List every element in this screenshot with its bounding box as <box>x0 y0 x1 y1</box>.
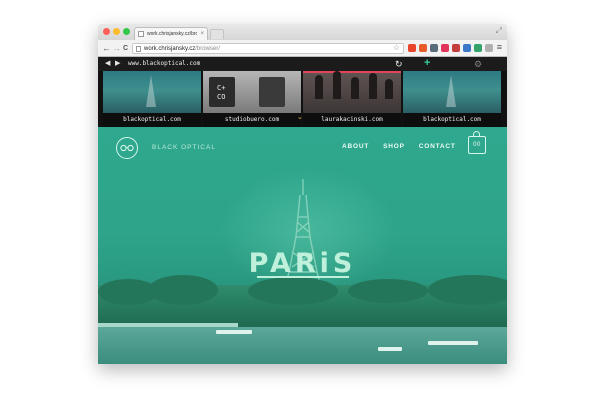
page-icon <box>136 45 141 52</box>
thumbnail-label: blackoptical.com <box>403 113 501 127</box>
forward-button[interactable]: → <box>112 43 121 54</box>
menu-icon[interactable]: ≡ <box>497 42 502 53</box>
tree-line <box>98 275 507 327</box>
website-viewport: BLACK OPTICAL ABOUT SHOP CONTACT 00 PARi… <box>98 127 507 364</box>
browser-tab[interactable]: work.chrisjansky.cz/brow × <box>134 27 208 40</box>
new-tab-button[interactable] <box>210 29 224 39</box>
river <box>98 327 507 364</box>
brand-name[interactable]: BLACK OPTICAL <box>152 144 216 151</box>
site-thumbnail[interactable]: blackoptical.com <box>403 71 501 127</box>
glasses-icon <box>120 144 134 152</box>
add-site-button[interactable]: + <box>424 57 430 70</box>
extension-icon[interactable] <box>419 44 427 52</box>
extension-icon[interactable] <box>485 44 493 52</box>
page-icon <box>138 31 144 37</box>
next-site-button[interactable]: ▶ <box>115 59 120 69</box>
nav-contact-link[interactable]: CONTACT <box>419 143 456 150</box>
thumbnail-image <box>103 71 201 113</box>
current-site-url: www.blackoptical.com <box>128 60 201 67</box>
main-navigation: ABOUT SHOP CONTACT <box>342 143 456 150</box>
extension-icon[interactable] <box>474 44 482 52</box>
back-button[interactable]: ← <box>102 43 111 54</box>
tab-title: work.chrisjansky.cz/brow <box>147 31 198 37</box>
studio-mark: C+ CO <box>217 84 226 101</box>
extension-icon[interactable] <box>452 44 460 52</box>
url-path: /browser/ <box>195 45 220 52</box>
site-thumbnail[interactable]: blackoptical.com <box>103 71 201 127</box>
thumbnail-label: studiobuero.com <box>203 113 301 127</box>
browser-window: work.chrisjansky.cz/brow × ⤢ ← → C work.… <box>98 24 507 364</box>
reload-button[interactable]: C <box>123 43 128 54</box>
hero-underline <box>257 276 349 278</box>
settings-icon[interactable]: ⚙ <box>474 58 482 70</box>
nav-about-link[interactable]: ABOUT <box>342 143 369 150</box>
reload-site-button[interactable]: ↻ <box>395 58 403 70</box>
zoom-window-button[interactable] <box>123 28 130 35</box>
extension-icon[interactable] <box>430 44 438 52</box>
tab-close-icon[interactable]: × <box>200 31 204 37</box>
nav-shop-link[interactable]: SHOP <box>383 143 405 150</box>
close-window-button[interactable] <box>103 28 110 35</box>
browser-toolbar: ← → C work.chrisjansky.cz /browser/ ☆ ≡ <box>98 40 507 57</box>
url-host: work.chrisjansky.cz <box>144 45 196 52</box>
window-controls <box>103 28 130 35</box>
extension-icons <box>408 44 493 52</box>
extension-icon[interactable] <box>408 44 416 52</box>
address-bar[interactable]: work.chrisjansky.cz /browser/ ☆ <box>132 43 404 54</box>
cart-button[interactable]: 00 <box>468 131 486 154</box>
chevron-down-icon[interactable]: ⌄ <box>297 114 303 122</box>
previous-site-button[interactable]: ◀ <box>105 59 110 69</box>
thumbnail-label: laurakacinski.com <box>303 113 401 127</box>
bookmark-star-icon[interactable]: ☆ <box>393 43 400 52</box>
extension-icon[interactable] <box>463 44 471 52</box>
thumbnail-image: C+ CO <box>203 71 301 113</box>
logo[interactable] <box>116 137 138 159</box>
site-thumbnail[interactable]: laurakacinski.com <box>303 71 401 127</box>
extension-icon[interactable] <box>441 44 449 52</box>
hero-title: PARiS <box>248 248 357 279</box>
site-browser-bar: ◀ ▶ www.blackoptical.com ↻ + ⚙ <box>98 57 507 71</box>
bag-icon <box>473 131 480 137</box>
thumbnail-image <box>303 71 401 113</box>
site-thumbnail[interactable]: C+ CO studiobuero.com <box>203 71 301 127</box>
cart-count: 00 <box>473 142 481 148</box>
thumbnail-label: blackoptical.com <box>103 113 201 127</box>
fullscreen-icon[interactable]: ⤢ <box>496 27 502 35</box>
minimize-window-button[interactable] <box>113 28 120 35</box>
thumbnail-image <box>403 71 501 113</box>
title-bar: work.chrisjansky.cz/brow × ⤢ <box>98 24 507 40</box>
